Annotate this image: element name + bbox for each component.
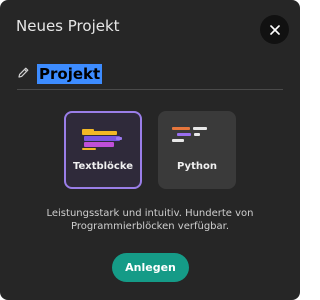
option-text-blocks[interactable]: Textblöcke [64, 111, 142, 189]
option-python[interactable]: Python [158, 111, 236, 189]
option-python-label: Python [177, 161, 217, 172]
create-button[interactable]: Anlegen [112, 253, 189, 282]
code-icon [172, 127, 207, 142]
blocks-icon [82, 129, 122, 150]
dialog-title: Neues Projekt [16, 17, 120, 35]
pencil-icon [18, 67, 29, 78]
close-button[interactable] [260, 15, 289, 44]
project-name-input[interactable]: Projekt [37, 64, 103, 84]
option-description: Leistungsstark und intuitiv. Hunderte vo… [46, 208, 254, 232]
project-name-field[interactable]: Projekt [17, 63, 283, 90]
new-project-dialog: Neues Projekt Projekt Textblöcke Python … [0, 0, 300, 300]
close-icon [269, 24, 280, 35]
option-text-blocks-label: Textblöcke [72, 161, 134, 172]
